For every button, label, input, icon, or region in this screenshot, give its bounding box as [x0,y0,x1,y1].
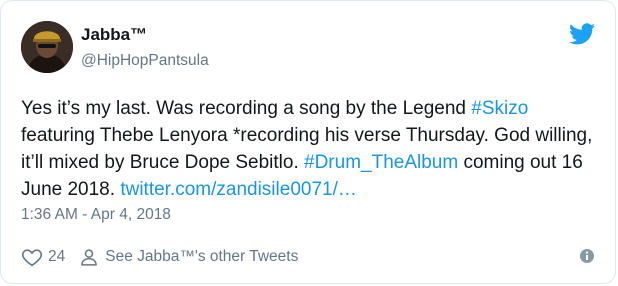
embedded-tweet-card: Jabba™ @HipHopPantsula Yes it’s my last.… [0,0,616,284]
twitter-bird-icon[interactable] [569,23,595,45]
heart-icon [21,249,43,267]
hashtag-link[interactable]: #Skizo [471,98,528,119]
user-names: Jabba™ @HipHopPantsula [81,25,209,71]
other-tweets-link[interactable]: See Jabba™'s other Tweets [79,247,298,267]
url-link[interactable]: twitter.com/zandisile0071/… [120,179,357,200]
user-handle[interactable]: @HipHopPantsula [81,51,209,71]
tweet-text-segment: Yes it’s my last. Was recording a song b… [21,98,472,119]
tweet-actions: 24 See Jabba™'s other Tweets [21,245,298,269]
avatar[interactable] [21,21,73,73]
avatar-image [21,21,73,73]
tweet-text: Yes it’s my last. Was recording a song b… [21,95,601,203]
tweet-timestamp[interactable]: 1:36 AM - Apr 4, 2018 [21,206,171,224]
info-icon[interactable] [579,248,595,264]
display-name[interactable]: Jabba™ [81,25,209,45]
hashtag-link[interactable]: #Drum_TheAlbum [304,152,458,173]
like-button[interactable]: 24 [21,246,65,268]
person-icon [81,249,98,266]
like-count: 24 [48,248,66,265]
other-tweets-label: See Jabba™'s other Tweets [105,248,299,265]
